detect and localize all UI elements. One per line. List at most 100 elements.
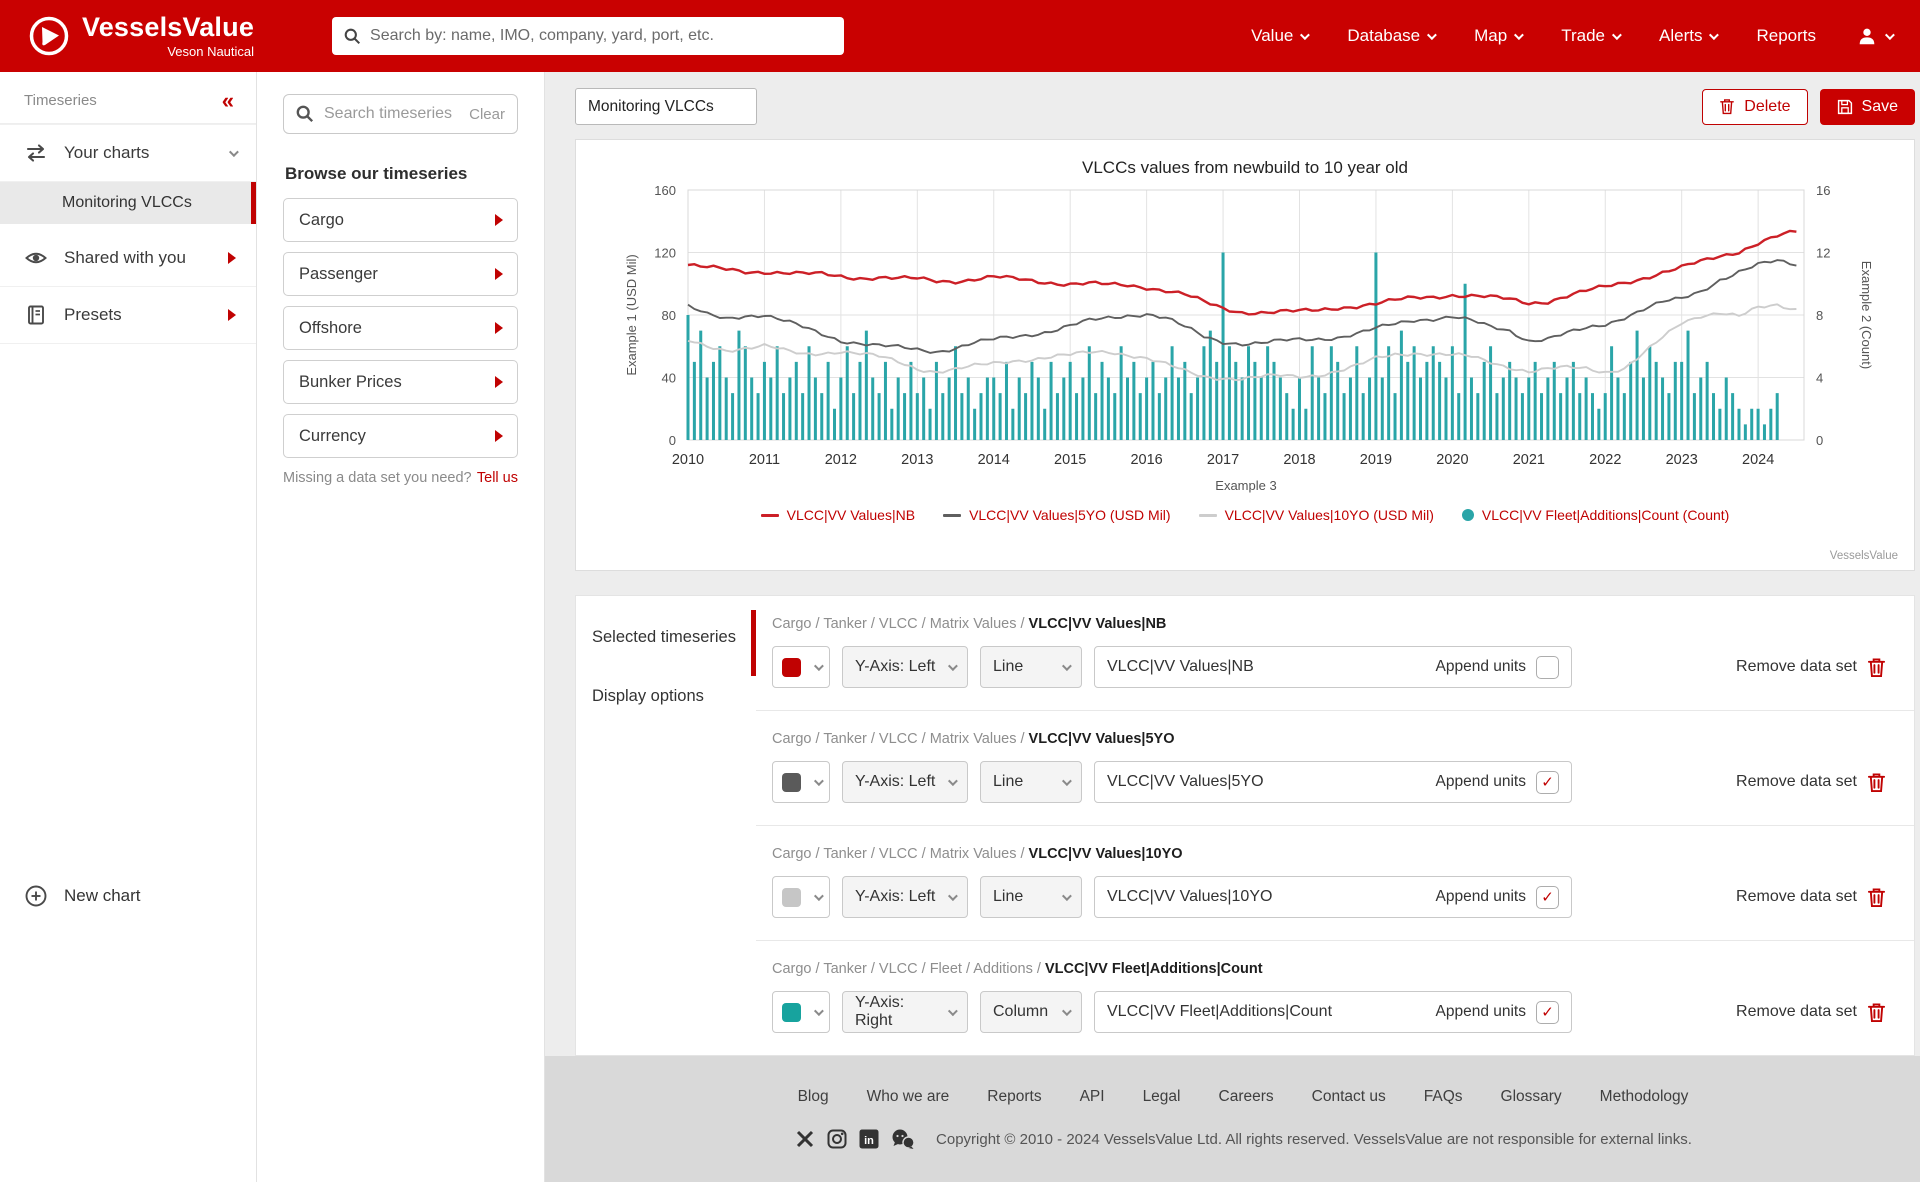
user-menu[interactable] bbox=[1856, 25, 1892, 47]
footer-link[interactable]: Careers bbox=[1219, 1088, 1274, 1106]
axis-select[interactable]: Y-Axis: Right bbox=[842, 991, 968, 1033]
footer-link[interactable]: Glossary bbox=[1501, 1088, 1562, 1106]
series-name-input[interactable]: VLCC|VV Fleet|Additions|Count Append uni… bbox=[1094, 991, 1572, 1033]
remove-dataset-button[interactable]: Remove data set bbox=[1736, 657, 1886, 678]
chart-name-input[interactable] bbox=[575, 88, 757, 125]
tab-selected-timeseries[interactable]: Selected timeseries bbox=[576, 608, 756, 667]
sidebar-item-shared-with-you[interactable]: Shared with you bbox=[0, 230, 256, 287]
category-button[interactable]: Bunker Prices bbox=[283, 360, 518, 404]
dataset-breadcrumb: Cargo / Tanker / VLCC / Matrix Values / … bbox=[772, 846, 1886, 862]
wechat-icon[interactable] bbox=[890, 1128, 916, 1150]
tab-display-options[interactable]: Display options bbox=[576, 667, 756, 726]
sidebar-item-label: Shared with you bbox=[64, 248, 212, 268]
plus-circle-icon bbox=[24, 884, 48, 908]
nav-item[interactable]: Trade bbox=[1561, 26, 1619, 46]
color-picker[interactable] bbox=[772, 876, 830, 918]
color-picker[interactable] bbox=[772, 646, 830, 688]
eye-icon bbox=[24, 246, 48, 270]
axis-select[interactable]: Y-Axis: Left bbox=[842, 646, 968, 688]
footer-social-icons: in bbox=[794, 1128, 916, 1150]
remove-dataset-button[interactable]: Remove data set bbox=[1736, 1002, 1886, 1023]
chevron-right-icon bbox=[495, 268, 503, 280]
timeseries-search-input[interactable] bbox=[324, 105, 459, 123]
clear-search-button[interactable]: Clear bbox=[469, 106, 505, 123]
series-name-input[interactable]: VLCC|VV Values|10YO Append units ✓ bbox=[1094, 876, 1572, 918]
legend-item[interactable]: VLCC|VV Fleet|Additions|Count (Count) bbox=[1462, 507, 1729, 523]
svg-text:0: 0 bbox=[669, 433, 676, 448]
delete-chart-button[interactable]: Delete bbox=[1702, 89, 1807, 125]
chevron-down-icon bbox=[1062, 661, 1072, 671]
remove-dataset-button[interactable]: Remove data set bbox=[1736, 887, 1886, 908]
sidebar-collapse-button[interactable]: « bbox=[222, 94, 234, 108]
append-units-checkbox[interactable]: ✓ bbox=[1536, 771, 1559, 794]
footer-link[interactable]: Legal bbox=[1143, 1088, 1181, 1106]
sidebar-item-label: Presets bbox=[64, 305, 212, 325]
brand-logo[interactable]: VesselsValue Veson Nautical bbox=[28, 14, 254, 58]
x-twitter-icon[interactable] bbox=[794, 1128, 816, 1150]
color-picker[interactable] bbox=[772, 991, 830, 1033]
append-units-label: Append units bbox=[1436, 1003, 1527, 1021]
nav-item[interactable]: Reports bbox=[1756, 26, 1816, 46]
legend-marker bbox=[1199, 514, 1217, 517]
svg-text:2018: 2018 bbox=[1283, 452, 1315, 468]
series-name-input[interactable]: VLCC|VV Values|NB Append units ✓ bbox=[1094, 646, 1572, 688]
chevron-right-icon bbox=[495, 376, 503, 388]
svg-text:2019: 2019 bbox=[1360, 452, 1392, 468]
svg-text:2015: 2015 bbox=[1054, 452, 1086, 468]
svg-text:Example 1 (USD Mil): Example 1 (USD Mil) bbox=[624, 254, 639, 375]
series-type-select[interactable]: Line bbox=[980, 646, 1082, 688]
tell-us-link[interactable]: Tell us bbox=[477, 470, 518, 486]
save-chart-button[interactable]: Save bbox=[1820, 89, 1915, 125]
footer-link[interactable]: Blog bbox=[798, 1088, 829, 1106]
series-name-input[interactable]: VLCC|VV Values|5YO Append units ✓ bbox=[1094, 761, 1572, 803]
category-button[interactable]: Passenger bbox=[283, 252, 518, 296]
svg-text:4: 4 bbox=[1816, 371, 1823, 386]
new-chart-button[interactable]: New chart bbox=[0, 870, 256, 922]
nav-item[interactable]: Map bbox=[1474, 26, 1521, 46]
append-units-checkbox[interactable]: ✓ bbox=[1536, 656, 1559, 679]
nav-item[interactable]: Database bbox=[1347, 26, 1434, 46]
sidebar-item-monitoring-vlccs[interactable]: Monitoring VLCCs bbox=[0, 182, 256, 224]
legend-item[interactable]: VLCC|VV Values|10YO (USD Mil) bbox=[1199, 507, 1434, 523]
color-picker[interactable] bbox=[772, 761, 830, 803]
dataset-row: Cargo / Tanker / VLCC / Fleet / Addition… bbox=[756, 941, 1914, 1055]
category-button[interactable]: Cargo bbox=[283, 198, 518, 242]
legend-item[interactable]: VLCC|VV Values|5YO (USD Mil) bbox=[943, 507, 1171, 523]
search-icon bbox=[296, 105, 314, 123]
instagram-icon[interactable] bbox=[826, 1128, 848, 1150]
legend-item[interactable]: VLCC|VV Values|NB bbox=[761, 507, 915, 523]
footer-link[interactable]: Contact us bbox=[1312, 1088, 1386, 1106]
category-button[interactable]: Offshore bbox=[283, 306, 518, 350]
footer-link[interactable]: API bbox=[1080, 1088, 1105, 1106]
selected-timeseries-panel: Selected timeseries Display options Carg… bbox=[575, 595, 1915, 1056]
linkedin-icon[interactable]: in bbox=[858, 1128, 880, 1150]
series-type-select[interactable]: Line bbox=[980, 876, 1082, 918]
global-search-input[interactable] bbox=[370, 27, 832, 45]
chevron-down-icon bbox=[813, 891, 823, 901]
nav-item[interactable]: Alerts bbox=[1659, 26, 1716, 46]
sidebar-item-your-charts[interactable]: Your charts bbox=[0, 124, 256, 182]
dataset-row: Cargo / Tanker / VLCC / Matrix Values / … bbox=[756, 711, 1914, 826]
nav-item[interactable]: Value bbox=[1251, 26, 1307, 46]
footer-link[interactable]: Methodology bbox=[1600, 1088, 1689, 1106]
brand-subtitle: Veson Nautical bbox=[167, 45, 254, 58]
chevron-down-icon bbox=[1062, 891, 1072, 901]
append-units-checkbox[interactable]: ✓ bbox=[1536, 886, 1559, 909]
axis-select[interactable]: Y-Axis: Left bbox=[842, 761, 968, 803]
series-type-select[interactable]: Line bbox=[980, 761, 1082, 803]
svg-text:in: in bbox=[864, 1135, 874, 1147]
chevron-down-icon bbox=[229, 147, 239, 157]
vesselsvalue-logo-icon bbox=[28, 15, 70, 57]
sidebar-item-presets[interactable]: Presets bbox=[0, 287, 256, 344]
footer-link[interactable]: FAQs bbox=[1424, 1088, 1463, 1106]
remove-dataset-button[interactable]: Remove data set bbox=[1736, 772, 1886, 793]
timeseries-chart[interactable]: 0408012016004812162010201120122013201420… bbox=[600, 178, 1890, 496]
axis-select[interactable]: Y-Axis: Left bbox=[842, 876, 968, 918]
append-units-checkbox[interactable]: ✓ bbox=[1536, 1001, 1559, 1024]
footer-link[interactable]: Who we are bbox=[867, 1088, 950, 1106]
color-swatch bbox=[782, 888, 801, 907]
footer-link[interactable]: Reports bbox=[987, 1088, 1041, 1106]
legend-marker bbox=[1462, 509, 1474, 521]
category-button[interactable]: Currency bbox=[283, 414, 518, 458]
series-type-select[interactable]: Column bbox=[980, 991, 1082, 1033]
